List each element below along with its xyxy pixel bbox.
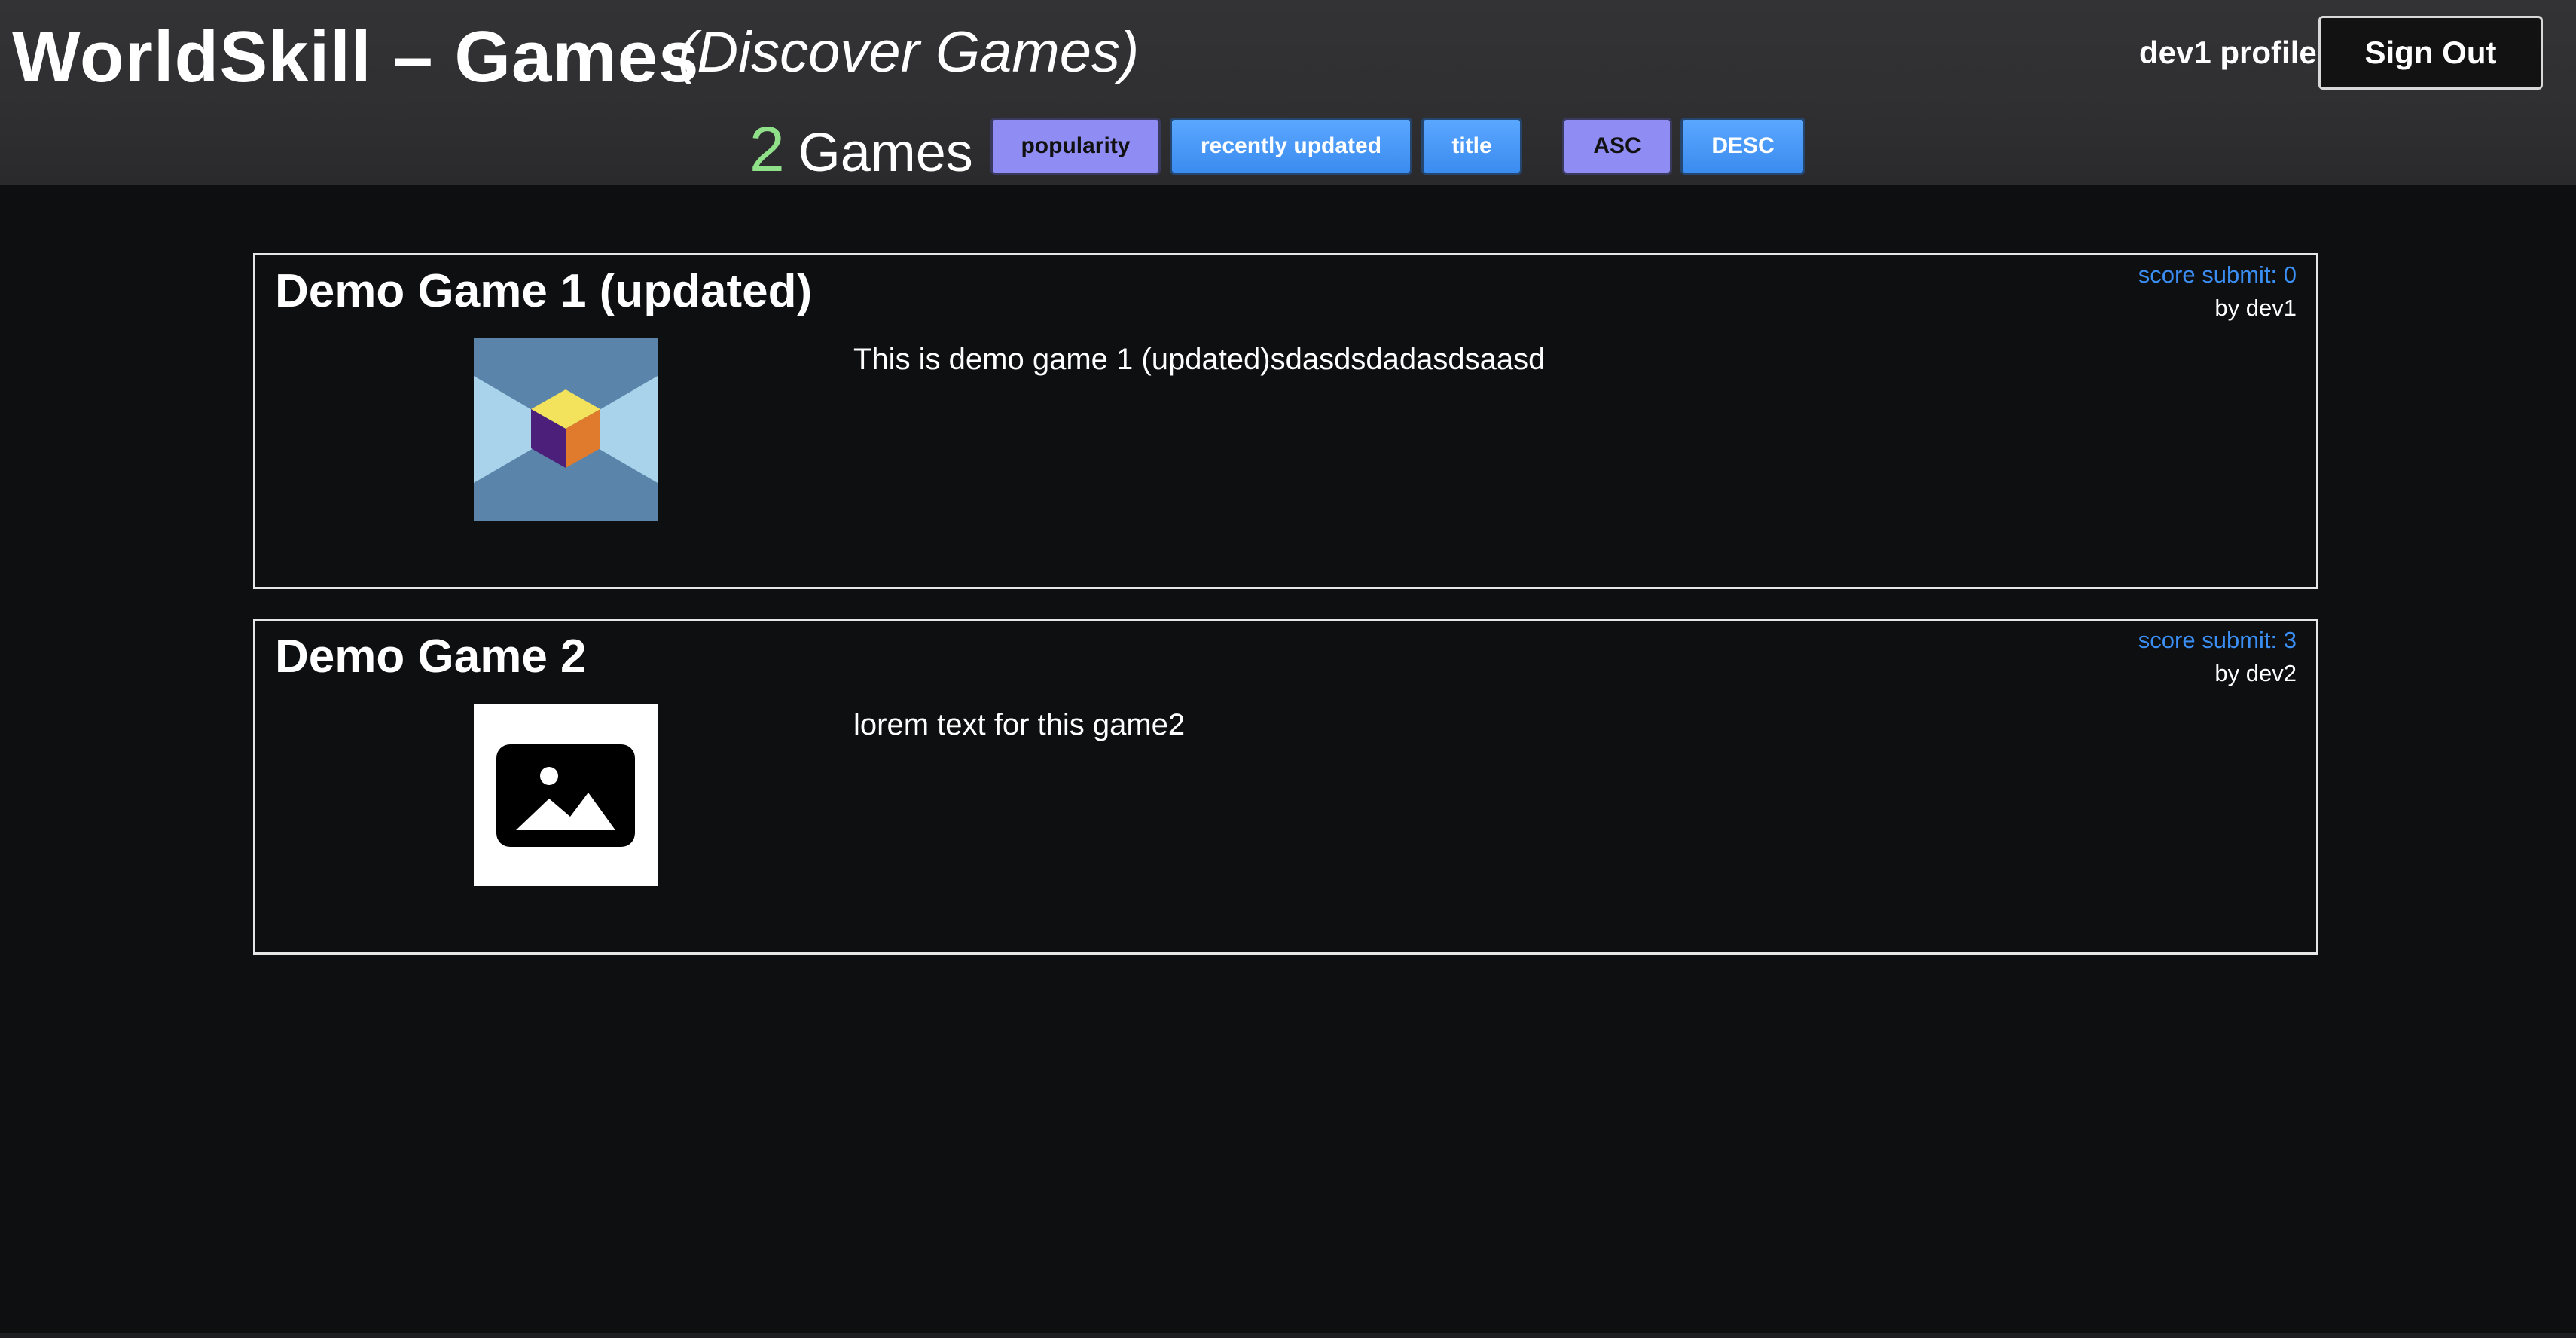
sort-popularity-button[interactable]: popularity xyxy=(990,118,1161,175)
sort-asc-button[interactable]: ASC xyxy=(1562,118,1672,175)
sort-recently-updated-button[interactable]: recently updated xyxy=(1170,118,1412,175)
profile-link[interactable]: dev1 profile xyxy=(2139,30,2317,75)
game-title[interactable]: Demo Game 1 (updated) xyxy=(275,261,812,322)
page: WorldSkill – Games (Discover Games) dev1… xyxy=(0,0,2576,1338)
game-description: lorem text for this game2 xyxy=(853,708,1186,741)
game-card[interactable]: Demo Game 2 score submit: 3 by dev2 lore… xyxy=(253,619,2318,955)
game-author: by dev1 xyxy=(2214,295,2297,321)
game-card[interactable]: Demo Game 1 (updated) score submit: 0 by… xyxy=(253,253,2318,589)
game-author: by dev2 xyxy=(2214,660,2297,686)
game-score-link[interactable]: score submit: 0 xyxy=(2138,258,2297,292)
window-bottom-edge xyxy=(0,1333,2576,1338)
games-count-number: 2 xyxy=(749,114,785,185)
sort-title-button[interactable]: title xyxy=(1421,118,1522,175)
cube-logo-icon[interactable] xyxy=(474,338,658,521)
sign-out-button[interactable]: Sign Out xyxy=(2318,16,2543,90)
games-count: 2 Games xyxy=(749,112,973,206)
app-title: WorldSkill – Games xyxy=(12,17,700,97)
game-score-link[interactable]: score submit: 3 xyxy=(2138,624,2297,657)
header-bar: WorldSkill – Games (Discover Games) dev1… xyxy=(0,0,2576,185)
image-placeholder-icon[interactable] xyxy=(474,704,658,886)
game-title[interactable]: Demo Game 2 xyxy=(275,627,587,687)
games-count-label: Games xyxy=(798,123,973,183)
page-subtitle: (Discover Games) xyxy=(678,20,1140,84)
game-description: This is demo game 1 (updated)sdasdsdadas… xyxy=(853,343,1546,376)
sort-desc-button[interactable]: DESC xyxy=(1680,118,1805,175)
